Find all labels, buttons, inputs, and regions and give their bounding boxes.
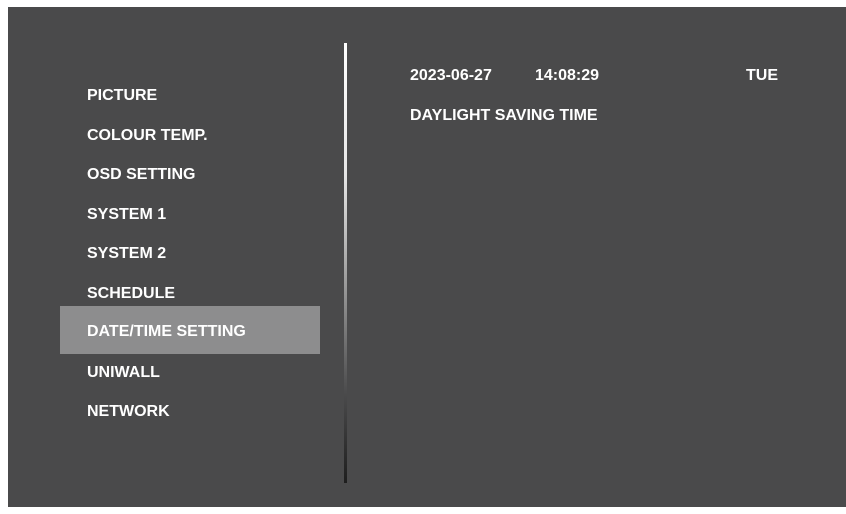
menu-item-colour-temp[interactable]: COLOUR TEMP. — [60, 116, 320, 156]
current-weekday: TUE — [746, 67, 778, 84]
current-time: 14:08:29 — [535, 67, 600, 84]
main-menu: PICTURE COLOUR TEMP. OSD SETTING SYSTEM … — [8, 7, 344, 507]
menu-item-system-2[interactable]: SYSTEM 2 — [60, 234, 320, 274]
osd-menu-window: PICTURE COLOUR TEMP. OSD SETTING SYSTEM … — [8, 7, 846, 507]
menu-item-date-time-setting[interactable]: DATE/TIME SETTING — [60, 306, 320, 354]
menu-item-system-1[interactable]: SYSTEM 1 — [60, 195, 320, 235]
daylight-saving-time-option[interactable]: DAYLIGHT SAVING TIME — [410, 107, 598, 125]
menu-item-osd-setting[interactable]: OSD SETTING — [60, 155, 320, 195]
current-date: 2023-06-27 — [410, 67, 492, 84]
menu-item-picture[interactable]: PICTURE — [60, 76, 320, 116]
menu-item-uniwall[interactable]: UNIWALL — [60, 353, 320, 393]
menu-divider — [344, 43, 347, 483]
menu-item-network[interactable]: NETWORK — [60, 392, 320, 432]
